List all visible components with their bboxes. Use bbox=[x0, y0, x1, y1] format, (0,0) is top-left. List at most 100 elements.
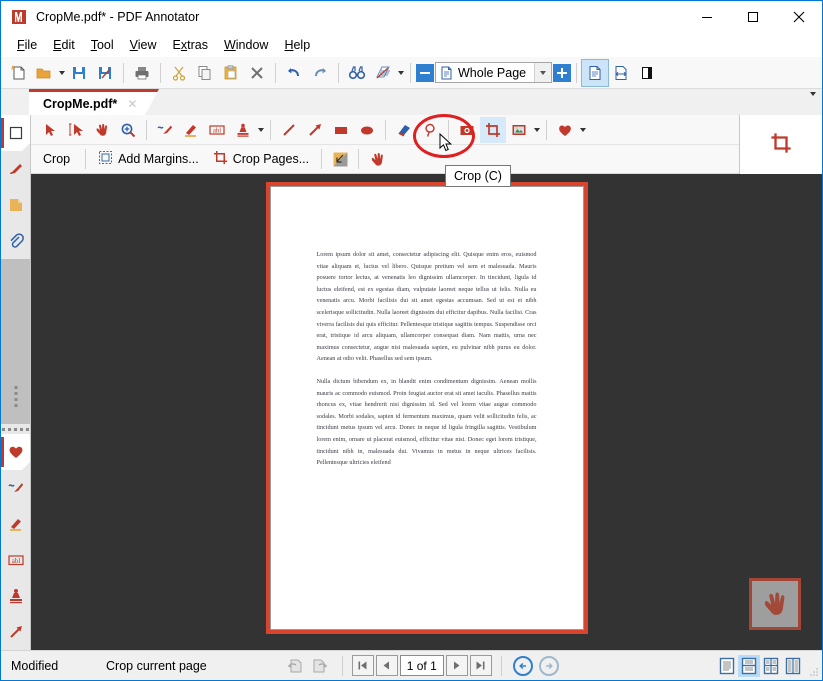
delete-button[interactable] bbox=[244, 60, 270, 86]
save-document-button[interactable] bbox=[66, 60, 92, 86]
close-icon[interactable]: ✕ bbox=[127, 97, 137, 111]
filled-rectangle-icon bbox=[335, 126, 347, 134]
sidebar-item-favorites[interactable] bbox=[1, 434, 30, 471]
document-tab[interactable]: CropMe.pdf* ✕ bbox=[29, 89, 159, 115]
sidebar-splitter[interactable] bbox=[1, 424, 30, 434]
rotate-right-icon bbox=[313, 659, 328, 673]
page-canvas-area[interactable]: Lorem ipsum dolor sit amet, consectetur … bbox=[31, 174, 822, 650]
cut-button[interactable] bbox=[166, 60, 192, 86]
sidebar-item-stamp[interactable] bbox=[1, 578, 30, 614]
two-page-view-button[interactable] bbox=[760, 655, 782, 677]
highlighter-tool-button[interactable] bbox=[178, 117, 204, 143]
menu-tool[interactable]: Tool bbox=[83, 35, 122, 55]
pdf-page[interactable]: Lorem ipsum dolor sit amet, consectetur … bbox=[265, 182, 588, 634]
zoom-combobox[interactable]: Whole Page bbox=[435, 62, 553, 83]
minimize-button[interactable] bbox=[684, 1, 730, 32]
arrow-icon bbox=[309, 123, 321, 136]
last-page-button[interactable] bbox=[469, 655, 492, 676]
image-dropdown-caret[interactable] bbox=[532, 117, 541, 143]
redo-button[interactable] bbox=[307, 60, 333, 86]
svg-text:abl: abl bbox=[11, 557, 20, 565]
clear-page-caret[interactable] bbox=[396, 60, 405, 86]
zoom-tool-button[interactable] bbox=[115, 117, 141, 143]
zoom-out-button[interactable] bbox=[416, 63, 434, 82]
stamp-tool-button[interactable] bbox=[230, 117, 256, 143]
maximize-button[interactable] bbox=[730, 1, 776, 32]
ellipse-tool-button[interactable] bbox=[354, 117, 380, 143]
menu-extras[interactable]: Extras bbox=[165, 35, 216, 55]
page-number-input[interactable]: 1 of 1 bbox=[399, 655, 444, 676]
grid-page-view-button[interactable] bbox=[782, 655, 804, 677]
rotate-left-button[interactable] bbox=[282, 653, 308, 679]
title-bar: CropMe.pdf* - PDF Annotator bbox=[1, 1, 822, 32]
window-resize-grip[interactable] bbox=[808, 666, 820, 678]
paste-button[interactable] bbox=[218, 60, 244, 86]
close-button[interactable] bbox=[776, 1, 822, 32]
new-document-button[interactable] bbox=[5, 60, 31, 86]
undo-button[interactable] bbox=[281, 60, 307, 86]
save-as-button[interactable] bbox=[92, 60, 118, 86]
crop-tool-button[interactable] bbox=[480, 116, 506, 143]
open-document-button[interactable] bbox=[31, 60, 57, 86]
sidebar-item-pen[interactable] bbox=[1, 470, 30, 506]
document-tab-strip: CropMe.pdf* ✕ bbox=[1, 89, 822, 115]
first-page-button[interactable] bbox=[351, 655, 374, 676]
eraser-tool-button[interactable] bbox=[391, 117, 417, 143]
tab-list-caret[interactable] bbox=[810, 92, 816, 110]
pointer-tool-button[interactable] bbox=[37, 117, 63, 143]
zoom-dropdown-arrow[interactable] bbox=[534, 63, 552, 82]
menu-file[interactable]: File bbox=[9, 35, 45, 55]
navigate-forward-button[interactable] bbox=[538, 655, 559, 676]
text-box-tool-button[interactable]: abl bbox=[204, 117, 230, 143]
next-page-icon bbox=[454, 661, 460, 670]
fit-whole-page-button[interactable] bbox=[581, 58, 610, 87]
menu-help[interactable]: Help bbox=[276, 35, 318, 55]
sidebar-item-pages[interactable] bbox=[1, 187, 30, 223]
line-tool-button[interactable] bbox=[276, 117, 302, 143]
single-page-view-button[interactable] bbox=[716, 655, 738, 677]
clear-page-button[interactable] bbox=[370, 60, 396, 86]
pen-tool-button[interactable] bbox=[152, 117, 178, 143]
arrow-tool-button[interactable] bbox=[302, 117, 328, 143]
hand-pan-button[interactable] bbox=[364, 146, 390, 172]
stamp-dropdown-caret[interactable] bbox=[256, 117, 265, 143]
next-page-button[interactable] bbox=[445, 655, 468, 676]
favorites-dropdown-caret[interactable] bbox=[578, 117, 587, 143]
continuous-page-view-button[interactable] bbox=[738, 654, 760, 677]
snapshot-tool-button[interactable] bbox=[454, 117, 480, 143]
find-button[interactable] bbox=[344, 60, 370, 86]
crop-icon[interactable] bbox=[770, 132, 792, 157]
favorites-tool-button[interactable] bbox=[552, 117, 578, 143]
rotate-right-button[interactable] bbox=[308, 653, 334, 679]
menu-view[interactable]: View bbox=[122, 35, 165, 55]
copy-button[interactable] bbox=[192, 60, 218, 86]
print-button[interactable] bbox=[129, 60, 155, 86]
crop-pages-button[interactable]: Crop Pages... bbox=[206, 147, 316, 171]
sidebar-item-attachments[interactable] bbox=[1, 223, 30, 259]
mouse-cursor bbox=[439, 132, 453, 156]
sidebar-resize-grip[interactable] bbox=[14, 386, 17, 410]
toggle-sidebar-button[interactable] bbox=[634, 60, 660, 86]
resize-button[interactable] bbox=[327, 146, 353, 172]
hand-tool-button[interactable] bbox=[89, 117, 115, 143]
open-recent-caret[interactable] bbox=[57, 60, 66, 86]
menu-edit[interactable]: Edit bbox=[45, 35, 83, 55]
sidebar-item-select-rect[interactable] bbox=[1, 115, 30, 152]
sidebar-item-arrow[interactable] bbox=[1, 614, 30, 650]
menu-bar: File Edit Tool View Extras Window Help bbox=[1, 32, 822, 57]
sidebar-item-text[interactable]: abl bbox=[1, 542, 30, 578]
navigate-back-button[interactable] bbox=[512, 655, 533, 676]
main-toolbar: Whole Page bbox=[1, 57, 822, 89]
text-select-tool-button[interactable] bbox=[63, 117, 89, 143]
rectangle-tool-button[interactable] bbox=[328, 117, 354, 143]
previous-page-button[interactable] bbox=[375, 655, 398, 676]
insert-image-tool-button[interactable] bbox=[506, 117, 532, 143]
zoom-in-button[interactable] bbox=[553, 63, 572, 82]
menu-window[interactable]: Window bbox=[216, 35, 276, 55]
sidebar-item-highlighter[interactable] bbox=[1, 506, 30, 542]
grid-page-icon bbox=[785, 657, 801, 674]
sidebar-item-marker[interactable] bbox=[1, 151, 30, 187]
add-margins-button[interactable]: Add Margins... bbox=[91, 147, 206, 171]
floating-hand-tool-button[interactable] bbox=[749, 578, 801, 630]
fit-page-width-button[interactable] bbox=[608, 60, 634, 86]
